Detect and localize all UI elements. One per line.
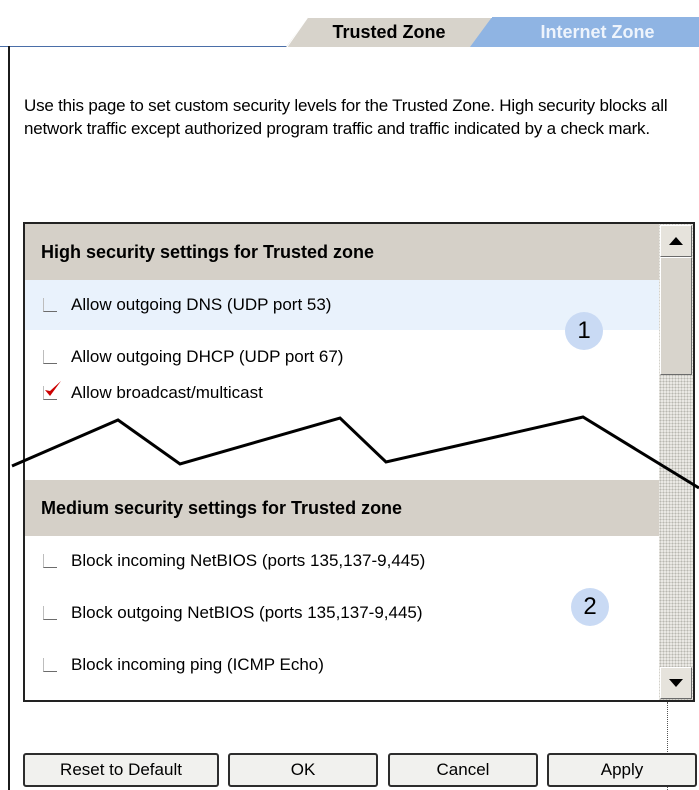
setting-label: Allow outgoing DNS (UDP port 53) [71,295,332,314]
checkbox[interactable] [43,554,57,568]
tab-trusted-border [286,17,492,47]
setting-allow-broadcast-multicast[interactable]: Allow broadcast/multicast [25,368,659,418]
ok-button[interactable]: OK [228,753,378,787]
callout-badge-1: 1 [565,312,603,350]
setting-label: Block incoming NetBIOS (ports 135,137-9,… [71,551,426,570]
cancel-button[interactable]: Cancel [388,753,538,787]
reset-to-default-button[interactable]: Reset to Default [23,753,219,787]
medium-security-header: Medium security settings for Trusted zon… [25,480,659,536]
window-frame-left [8,46,10,790]
scrollbar-thumb[interactable] [660,257,692,375]
high-security-header: High security settings for Trusted zone [25,224,659,280]
callout-badge-2: 2 [571,588,609,626]
triangle-up-icon [669,237,683,245]
apply-button[interactable]: Apply [547,753,697,787]
page-description: Use this page to set custom security lev… [24,96,668,138]
setting-label: Block outgoing NetBIOS (ports 135,137-9,… [71,603,423,622]
checkbox-checked[interactable] [43,381,61,400]
setting-block-outgoing-netbios[interactable]: Block outgoing NetBIOS (ports 135,137-9,… [25,588,659,638]
setting-allow-outgoing-dns[interactable]: Allow outgoing DNS (UDP port 53) [25,280,659,330]
setting-block-incoming-ping[interactable]: Block incoming ping (ICMP Echo) [25,640,659,690]
checkbox[interactable] [43,606,57,620]
red-checkmark-icon [45,381,61,396]
triangle-down-icon [669,679,683,687]
tab-internet-zone-label: Internet Zone [540,21,655,42]
setting-label: Allow broadcast/multicast [71,383,263,402]
tab-internet-zone[interactable]: Internet Zone [468,17,699,47]
checkbox[interactable] [43,350,57,364]
scroll-up-button[interactable] [660,225,692,257]
setting-block-incoming-netbios[interactable]: Block incoming NetBIOS (ports 135,137-9,… [25,536,659,586]
setting-label: Block incoming ping (ICMP Echo) [71,655,324,674]
vertical-scrollbar[interactable] [659,224,693,700]
checkbox[interactable] [43,658,57,672]
checkbox[interactable] [43,298,57,312]
security-settings-panel: High security settings for Trusted zone … [23,222,695,702]
setting-label: Allow outgoing DHCP (UDP port 67) [71,347,344,366]
scroll-down-button[interactable] [660,667,692,699]
